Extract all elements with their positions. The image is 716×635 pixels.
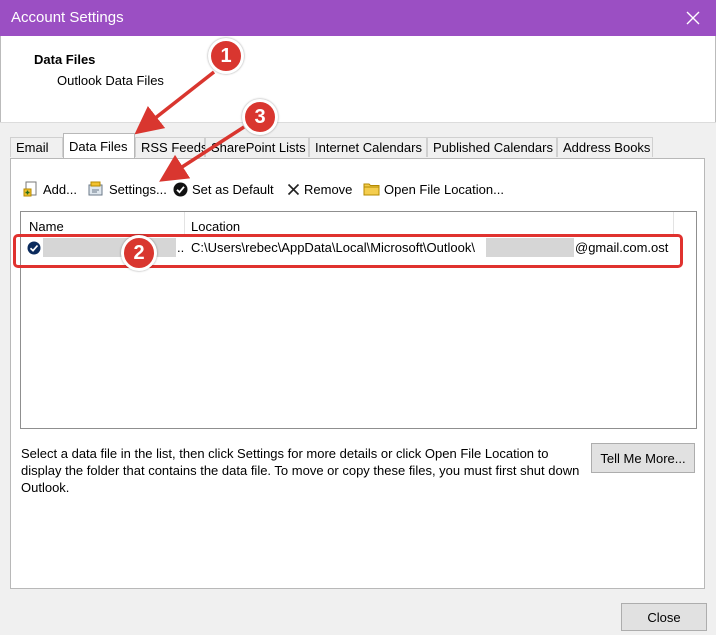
annotation-badge-3: 3 — [242, 99, 278, 135]
annotation-arrow-3 — [159, 125, 245, 182]
annotation-badge-1: 1 — [208, 38, 244, 74]
annotation-arrow-1 — [134, 70, 216, 135]
annotation-badge-2: 2 — [121, 235, 157, 271]
annotation-arrows — [134, 70, 245, 182]
tab-data-files[interactable]: Data Files — [63, 133, 135, 158]
